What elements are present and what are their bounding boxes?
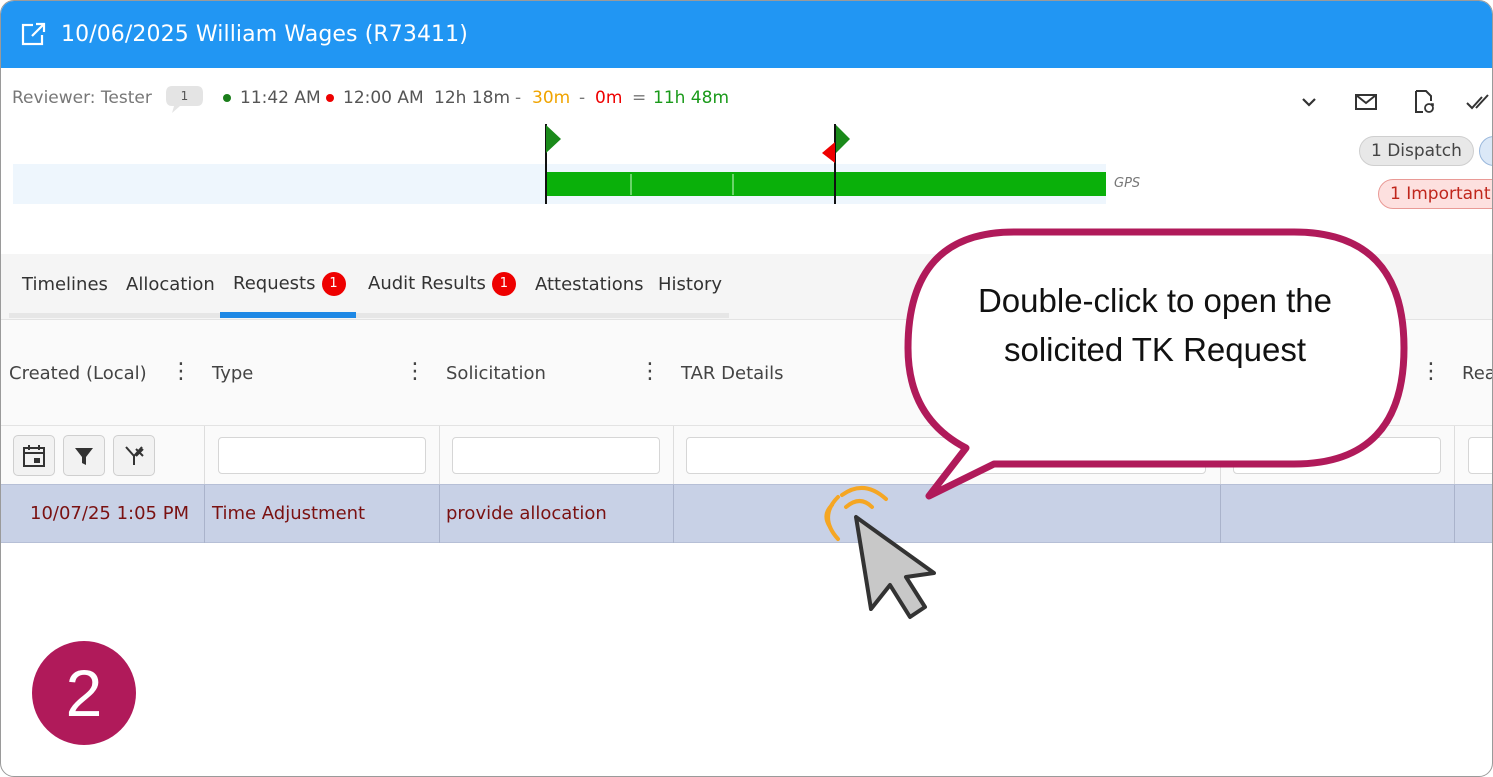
end-dot-icon <box>326 94 334 102</box>
column-header-type[interactable]: Type <box>212 363 253 384</box>
column-divider <box>204 485 205 543</box>
minus-operator: - <box>579 88 586 108</box>
column-header-solicitation[interactable]: Solicitation <box>446 363 546 384</box>
solicitation-filter-input[interactable] <box>452 437 660 474</box>
segment-divider <box>630 174 632 195</box>
column-divider <box>1454 485 1455 543</box>
cell-created: 10/07/25 1:05 PM <box>30 503 190 524</box>
column-header-tar-details[interactable]: TAR Details <box>681 363 784 384</box>
reviewer-label: Reviewer: Tester <box>12 88 152 108</box>
tab-history[interactable]: History <box>658 274 722 295</box>
tab-allocation[interactable]: Allocation <box>126 274 215 295</box>
tab-label: Attestations <box>535 274 644 295</box>
column-divider <box>1454 426 1455 485</box>
column-menu-icon[interactable]: ⋮ <box>639 361 661 383</box>
equals-operator: = <box>632 88 647 108</box>
type-filter-input[interactable] <box>218 437 426 474</box>
time-summary: Reviewer: Tester 1 11:42 AM 12:00 AM 12h… <box>1 85 1001 113</box>
calendar-icon <box>23 445 45 467</box>
shift-duration: 12h 18m <box>434 88 511 108</box>
tab-audit-results[interactable]: Audit Results 1 <box>368 272 516 296</box>
title-bar: 10/06/2025 William Wages (R73411) <box>1 1 1492 68</box>
reason-filter-input[interactable] <box>1468 437 1492 474</box>
double-check-icon[interactable] <box>1465 89 1491 115</box>
gps-label: GPS <box>1114 176 1141 191</box>
page-title: 10/06/2025 William Wages (R73411) <box>61 22 468 47</box>
tab-label: Allocation <box>126 274 215 295</box>
column-menu-icon[interactable]: ⋮ <box>1420 361 1442 383</box>
filter-icon <box>75 448 93 465</box>
column-divider <box>673 485 674 543</box>
column-header-reason[interactable]: Rea <box>1462 363 1492 384</box>
cell-solicitation: provide allocation <box>446 503 607 524</box>
column-header-created[interactable]: Created (Local) <box>9 363 147 384</box>
column-menu-icon[interactable]: ⋮ <box>170 361 192 383</box>
tab-label: Requests <box>233 273 316 294</box>
column-divider <box>439 485 440 543</box>
start-dot-icon <box>223 94 231 102</box>
tab-label: Timelines <box>22 274 108 295</box>
document-refresh-icon[interactable] <box>1411 89 1437 115</box>
tab-label: History <box>658 274 723 295</box>
tab-requests[interactable]: Requests 1 <box>233 272 346 296</box>
tab-underline <box>9 313 729 318</box>
end-time: 12:00 AM <box>343 88 424 108</box>
column-divider <box>439 426 440 485</box>
column-divider <box>673 426 674 485</box>
comment-count-bubble[interactable]: 1 <box>166 85 203 113</box>
clear-filter-button[interactable] <box>113 435 155 476</box>
chevron-down-icon[interactable] <box>1296 89 1322 115</box>
double-click-cursor-icon <box>824 486 936 619</box>
start-flag-icon[interactable] <box>546 125 562 153</box>
cell-type: Time Adjustment <box>212 503 366 524</box>
segment-divider <box>732 174 734 195</box>
minus-operator: - <box>515 88 522 108</box>
end-flag-icon[interactable] <box>821 125 851 165</box>
tab-timelines[interactable]: Timelines <box>22 274 108 295</box>
step-number-badge: 2 <box>32 641 136 745</box>
date-filter-button[interactable] <box>13 435 55 476</box>
filter-button[interactable] <box>63 435 105 476</box>
tutorial-frame: 10/06/2025 William Wages (R73411) Review… <box>0 0 1493 777</box>
break-deduction: 30m <box>532 88 571 108</box>
dispatch-pill[interactable]: 1 Dispatch <box>1359 136 1474 166</box>
important-pill[interactable]: 1 Important . <box>1378 179 1492 209</box>
filter-off-icon <box>125 446 144 465</box>
other-deduction: 0m <box>595 88 623 108</box>
column-menu-icon[interactable]: ⋮ <box>404 361 426 383</box>
tab-label: Audit Results <box>368 273 486 294</box>
start-time: 11:42 AM <box>240 88 321 108</box>
mail-icon[interactable] <box>1353 89 1379 115</box>
comment-count: 1 <box>180 89 189 103</box>
column-divider <box>204 426 205 485</box>
total-time: 11h 48m <box>653 88 730 108</box>
requests-badge: 1 <box>321 272 346 296</box>
callout-text: Double-click to open the solicited TK Re… <box>977 282 1333 368</box>
audit-badge: 1 <box>491 272 516 296</box>
info-pill[interactable] <box>1479 136 1492 166</box>
active-tab-indicator <box>220 312 356 318</box>
tab-attestations[interactable]: Attestations <box>535 274 644 295</box>
open-external-icon[interactable] <box>21 21 47 47</box>
